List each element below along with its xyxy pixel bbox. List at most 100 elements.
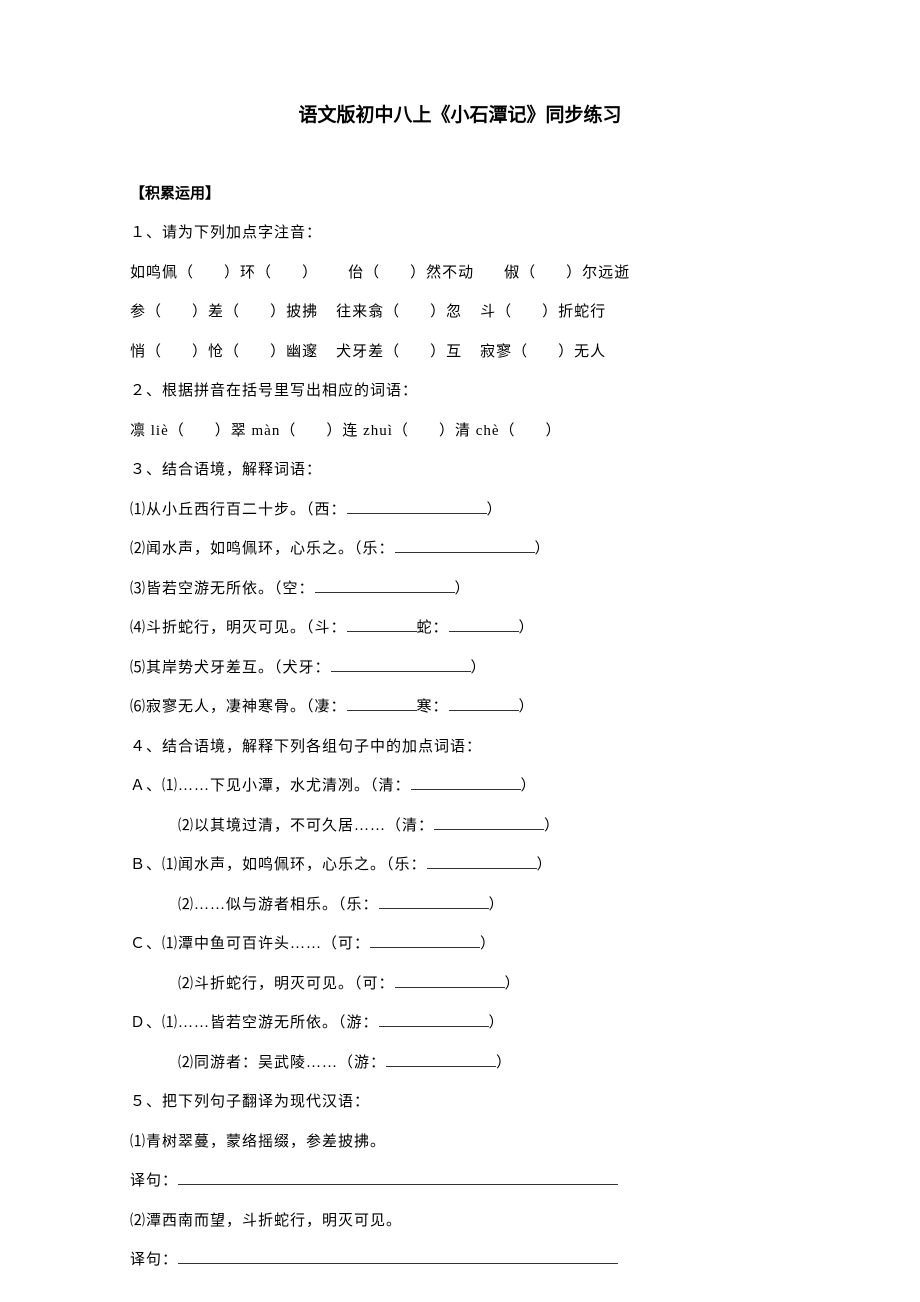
text: ）无人 [558,344,606,360]
text: 寂寥（ [480,344,528,360]
blank[interactable] [331,657,471,672]
blank[interactable] [185,423,215,439]
text: ⑸其岸势犬牙差互。（犬牙： [130,660,331,676]
text: ⑵闻水声，如鸣佩环，心乐之。（乐： [130,541,395,557]
text: ）然不动 [410,265,474,281]
blank[interactable] [427,854,537,869]
blank[interactable] [434,815,544,830]
text: 参（ [130,304,162,320]
q5-prompt: ５、把下列句子翻译为现代汉语： [130,1090,790,1116]
q3-prompt: ３、结合语境，解释词语： [130,458,790,484]
blank[interactable] [370,933,480,948]
text: ）幽邃 [270,344,318,360]
text: ） [521,778,537,794]
trans-label: 译句： [130,1173,178,1189]
blank[interactable] [347,696,417,711]
text: Ｃ、⑴潭中鱼可百许头……（可： [130,936,370,952]
text: ）披拂 [270,304,318,320]
blank[interactable] [400,304,430,320]
q5-trans2: 译句： [130,1248,790,1274]
q3-item5: ⑸其岸势犬牙差互。（犬牙： ） [130,656,790,682]
blank[interactable] [395,973,505,988]
q3-item3: ⑶皆若空游无所依。（空： ） [130,577,790,603]
text: ） [480,936,496,952]
q2-line1: 凛 liè（ ）翠 màn（ ）连 zhuì（ ）清 chè（ ） [130,419,790,445]
blank[interactable] [178,1170,618,1185]
text: 俶（ [504,265,536,281]
text: ） [537,857,553,873]
q5-item2: ⑵潭西南而望，斗折蛇行，明灭可见。 [130,1209,790,1235]
blank[interactable] [194,265,224,281]
blank[interactable] [411,775,521,790]
text: ） [519,620,535,636]
text: 犬牙差（ [336,344,400,360]
q5-trans1: 译句： [130,1169,790,1195]
blank[interactable] [395,538,535,553]
q4-C2: ⑵斗折蛇行，明灭可见。（可：） [130,972,790,998]
text: 寒： [417,699,449,715]
text: ）差（ [192,304,240,320]
blank[interactable] [162,304,192,320]
text: ）折蛇行 [542,304,606,320]
q4-A2: ⑵以其境过清，不可久居……（清：） [130,814,790,840]
q3-item6: ⑹寂寥无人，凄神寒骨。（凄：寒：） [130,695,790,721]
q4-C1: Ｃ、⑴潭中鱼可百许头……（可： ） [130,932,790,958]
q4-B1: Ｂ、⑴闻水声，如鸣佩环，心乐之。（乐：） [130,853,790,879]
q1-line2: 参（ ）差（ ）披拂 往来翕（ ）忽 斗（ ）折蛇行 [130,300,790,326]
blank[interactable] [449,617,519,632]
text: ） [489,897,505,913]
blank[interactable] [240,344,270,360]
blank[interactable] [347,499,487,514]
text: ⑵斗折蛇行，明灭可见。（可： [178,976,395,992]
blank[interactable] [347,617,417,632]
blank[interactable] [528,344,558,360]
blank[interactable] [400,344,430,360]
text: ⑵同游者：吴武陵……（游： [178,1055,386,1071]
blank[interactable] [516,423,546,439]
q2-prompt: ２、根据拼音在括号里写出相应的词语： [130,379,790,405]
text: ）翠 màn（ [215,423,297,439]
blank[interactable] [449,696,519,711]
text: ）忽 [430,304,462,320]
text: 佁（ [348,265,380,281]
text: ） [546,423,562,439]
q4-A1: Ａ、⑴……下见小潭，水尤清冽。（清： ） [130,774,790,800]
section-header-1: 【积累运用】 [130,182,790,203]
text: Ｄ、⑴……皆若空游无所依。（游： [130,1015,379,1031]
text: ） [471,660,487,676]
blank[interactable] [178,1249,618,1264]
blank[interactable] [386,1052,496,1067]
blank[interactable] [409,423,439,439]
text: ） [302,265,318,281]
q3-item4: ⑷斗折蛇行，明灭可见。（斗：蛇：） [130,616,790,642]
text: 斗（ [480,304,512,320]
doc-title: 语文版初中八上《小石潭记》同步练习 [130,100,790,127]
q4-prompt: ４、结合语境，解释下列各组句子中的加点词语： [130,735,790,761]
blank[interactable] [315,578,455,593]
text: ⑹寂寥无人，凄神寒骨。（凄： [130,699,347,715]
blank[interactable] [296,423,326,439]
blank[interactable] [240,304,270,320]
text: ） [535,541,551,557]
blank[interactable] [379,894,489,909]
text: ） [496,1055,512,1071]
text: ） [455,581,471,597]
text: ）互 [430,344,462,360]
q1-prompt: １、请为下列加点字注音： [130,221,790,247]
q4-D1: Ｄ、⑴……皆若空游无所依。（游：） [130,1011,790,1037]
text: Ａ、⑴……下见小潭，水尤清冽。（清： [130,778,411,794]
blank[interactable] [379,1012,489,1027]
blank[interactable] [162,344,192,360]
text: ⑴从小丘西行百二十步。（西： [130,502,347,518]
blank[interactable] [272,265,302,281]
blank[interactable] [512,304,542,320]
blank[interactable] [536,265,566,281]
text: ⑵以其境过清，不可久居……（清： [178,818,434,834]
text: ）怆（ [192,344,240,360]
text: ⑶皆若空游无所依。（空： [130,581,315,597]
q5-item1: ⑴青树翠蔓，蒙络摇缀，参差披拂。 [130,1130,790,1156]
trans-label: 译句： [130,1252,178,1268]
blank[interactable] [380,265,410,281]
text: ） [487,502,503,518]
text: 往来翕（ [336,304,400,320]
